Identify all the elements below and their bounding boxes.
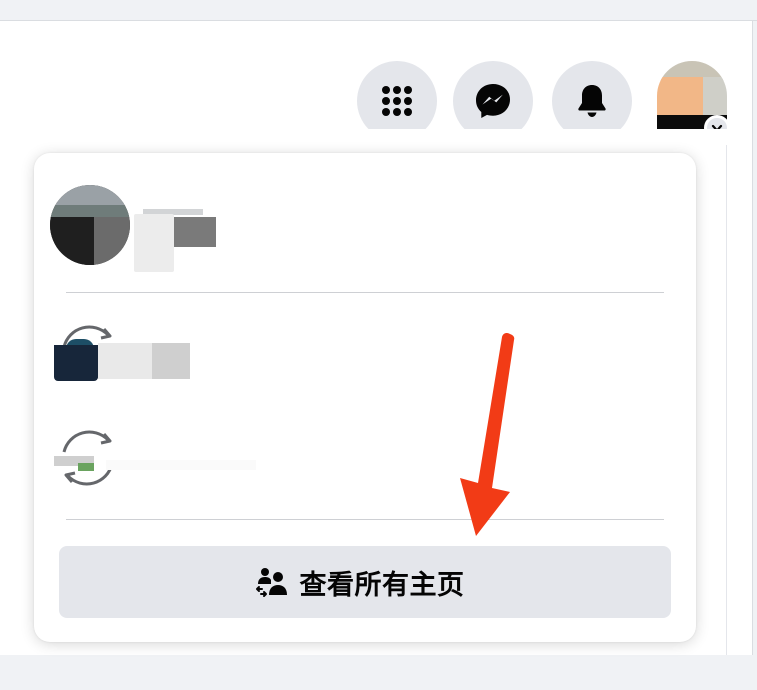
redacted-name (106, 460, 256, 470)
messenger-icon (476, 84, 510, 118)
content-edge (726, 145, 727, 655)
page-avatar (78, 463, 94, 471)
redacted-name (152, 343, 190, 379)
switch-page-row[interactable] (48, 418, 668, 498)
browser-bottom-strip (0, 655, 757, 690)
divider (66, 292, 664, 293)
top-navigation-bar (0, 21, 753, 141)
account-switcher-dropdown: 查看所有主页 (34, 153, 696, 642)
see-all-pages-label: 查看所有主页 (299, 569, 465, 601)
pages-people-icon (255, 568, 287, 597)
browser-top-strip (0, 0, 757, 21)
annotation-arrow-icon (460, 333, 515, 536)
page-avatar (54, 345, 98, 381)
bell-icon (578, 85, 606, 117)
redacted-name (174, 217, 216, 247)
divider (66, 519, 664, 520)
see-all-pages-content: 查看所有主页 (254, 563, 465, 602)
redacted-name (98, 343, 152, 379)
profile-avatar (50, 185, 130, 265)
see-all-pages-button[interactable]: 查看所有主页 (59, 546, 671, 618)
redacted-name (134, 214, 174, 272)
switch-page-row[interactable] (48, 313, 668, 393)
screenshot-frame: 查看所有主页 (0, 0, 757, 690)
current-profile-row[interactable] (48, 180, 668, 272)
grid-menu-icon (382, 86, 412, 116)
